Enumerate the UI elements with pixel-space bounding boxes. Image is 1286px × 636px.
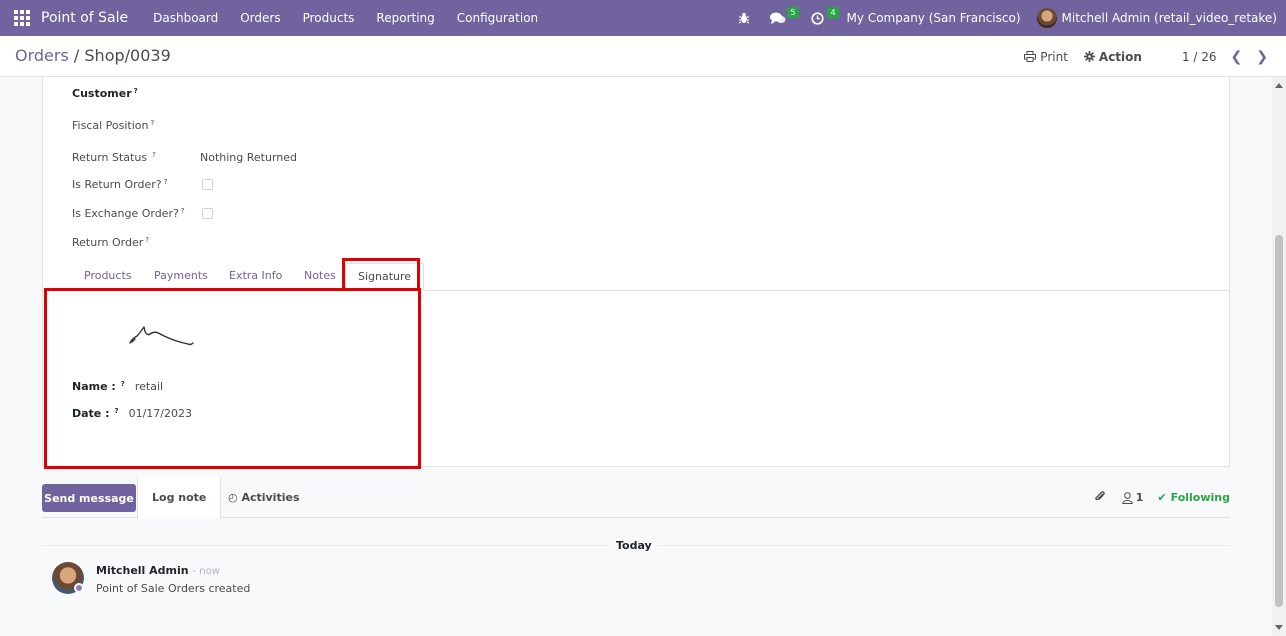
followers-count: 1 xyxy=(1135,491,1144,504)
help-icon[interactable]: ? xyxy=(152,151,156,159)
field-return-order: Return Order? xyxy=(72,236,149,249)
menu-configuration[interactable]: Configuration xyxy=(446,11,549,25)
pager-next-icon[interactable]: ❯ xyxy=(1256,49,1268,65)
help-icon[interactable]: ? xyxy=(134,87,138,95)
action-label: Action xyxy=(1098,49,1142,64)
is-return-order-label: Is Return Order?? xyxy=(72,178,168,191)
messages-count-badge: 5 xyxy=(787,7,799,18)
print-icon xyxy=(1024,51,1037,62)
user-avatar[interactable] xyxy=(1036,8,1057,28)
return-order-label: Return Order? xyxy=(72,236,149,249)
signed-date-value: 01/17/2023 xyxy=(128,407,192,420)
menu-reporting[interactable]: Reporting xyxy=(365,11,445,25)
signed-by-label: Name :? xyxy=(72,380,125,393)
print-label: Print xyxy=(1040,49,1068,64)
app-name[interactable]: Point of Sale xyxy=(41,10,128,26)
is-exchange-order-label: Is Exchange Order?? xyxy=(72,207,185,220)
scroll-down-icon[interactable] xyxy=(1275,625,1283,630)
followers-button[interactable]: 1 xyxy=(1122,491,1144,504)
help-icon[interactable]: ? xyxy=(121,380,125,388)
notebook-tabs: Products Payments Extra Info Notes Signa… xyxy=(43,263,1229,291)
fiscal-position-label: Fiscal Position? xyxy=(72,119,155,132)
activities-clock-icon[interactable]: 4 xyxy=(805,0,839,36)
field-return-status: Return Status? Nothing Returned xyxy=(72,151,472,164)
check-icon: ✔ xyxy=(1157,491,1167,504)
menu-products[interactable]: Products xyxy=(292,11,366,25)
help-icon[interactable]: ? xyxy=(115,407,119,415)
breadcrumb-separator: / xyxy=(73,46,80,65)
is-return-order-checkbox[interactable] xyxy=(202,179,213,190)
debug-bug-icon[interactable] xyxy=(731,0,757,36)
menu-orders[interactable]: Orders xyxy=(229,11,291,25)
gear-icon xyxy=(1083,51,1095,62)
field-is-return-order: Is Return Order?? xyxy=(72,178,472,191)
page-scrollbar[interactable] xyxy=(1272,77,1286,636)
help-icon[interactable]: ? xyxy=(164,178,168,186)
apps-menu-icon[interactable] xyxy=(14,10,30,26)
breadcrumb-orders-link[interactable]: Orders xyxy=(15,46,69,65)
company-switcher[interactable]: My Company (San Francisco) xyxy=(847,11,1021,25)
paperclip-icon[interactable] xyxy=(1094,489,1106,507)
message-author[interactable]: Mitchell Admin - now xyxy=(96,564,220,577)
help-icon[interactable]: ? xyxy=(150,119,154,127)
tab-payments[interactable]: Payments xyxy=(154,263,208,291)
is-exchange-order-checkbox[interactable] xyxy=(202,208,213,219)
activities-count-badge: 4 xyxy=(827,7,839,18)
breadcrumb-current: Shop/0039 xyxy=(84,46,171,65)
pager-value[interactable]: 1 / 26 xyxy=(1182,50,1217,64)
scroll-up-icon[interactable] xyxy=(1275,83,1283,88)
form-sheet: Customer? Fiscal Position? Return Status… xyxy=(42,77,1230,467)
breadcrumb: Orders / Shop/0039 xyxy=(15,46,171,65)
scroll-thumb[interactable] xyxy=(1275,235,1283,607)
print-button[interactable]: Print xyxy=(1024,50,1068,64)
presence-status-dot xyxy=(74,583,84,593)
message-time: - now xyxy=(192,566,220,577)
control-panel-actions: Print Action 1 / 26 ❮ ❯ xyxy=(1008,36,1268,77)
user-icon xyxy=(1122,491,1133,504)
chatter-actions: 1 ✔ Following xyxy=(1094,477,1230,518)
help-icon[interactable]: ? xyxy=(145,236,149,244)
activities-button[interactable]: ◴ Activities xyxy=(214,477,314,518)
message-body: Point of Sale Orders created xyxy=(96,582,251,595)
chatter-topbar: Send message Log note ◴ Activities 1 ✔ F… xyxy=(42,477,1230,519)
top-navbar: Point of Sale Dashboard Orders Products … xyxy=(0,0,1286,36)
field-customer: Customer? xyxy=(72,87,138,100)
messages-icon[interactable]: 5 xyxy=(765,0,799,36)
signed-date-field: Date :? 01/17/2023 xyxy=(72,407,192,420)
action-button[interactable]: Action xyxy=(1083,49,1142,64)
signed-by-value: retail xyxy=(134,380,164,393)
control-panel: Orders / Shop/0039 Print Action 1 / 26 ❮… xyxy=(0,36,1286,77)
tab-products[interactable]: Products xyxy=(84,263,132,291)
pager-previous-icon[interactable]: ❮ xyxy=(1231,49,1243,65)
tab-notes[interactable]: Notes xyxy=(304,263,336,291)
help-icon[interactable]: ? xyxy=(181,207,185,215)
log-note-button[interactable]: Log note xyxy=(137,477,222,519)
field-fiscal-position: Fiscal Position? xyxy=(72,119,154,132)
tab-extra-info[interactable]: Extra Info xyxy=(229,263,282,291)
customer-label: Customer? xyxy=(72,87,138,100)
tab-signature[interactable]: Signature xyxy=(345,263,425,291)
menu-dashboard[interactable]: Dashboard xyxy=(142,11,229,25)
signed-date-label: Date :? xyxy=(72,407,119,420)
signed-by-field: Name :? retail xyxy=(72,380,163,393)
field-is-exchange-order: Is Exchange Order?? xyxy=(72,207,472,220)
signature-image xyxy=(129,326,194,346)
following-button[interactable]: ✔ Following xyxy=(1157,491,1230,504)
navbar-systray: 5 4 My Company (San Francisco) Mitchell … xyxy=(729,0,1277,36)
return-status-value: Nothing Returned xyxy=(200,151,298,164)
clock-icon: ◴ xyxy=(228,491,238,504)
send-message-button[interactable]: Send message xyxy=(42,484,136,512)
user-menu[interactable]: Mitchell Admin (retail_video_retake) xyxy=(1062,11,1277,25)
date-separator-label: Today xyxy=(610,539,658,552)
return-status-label: Return Status? xyxy=(72,151,156,164)
